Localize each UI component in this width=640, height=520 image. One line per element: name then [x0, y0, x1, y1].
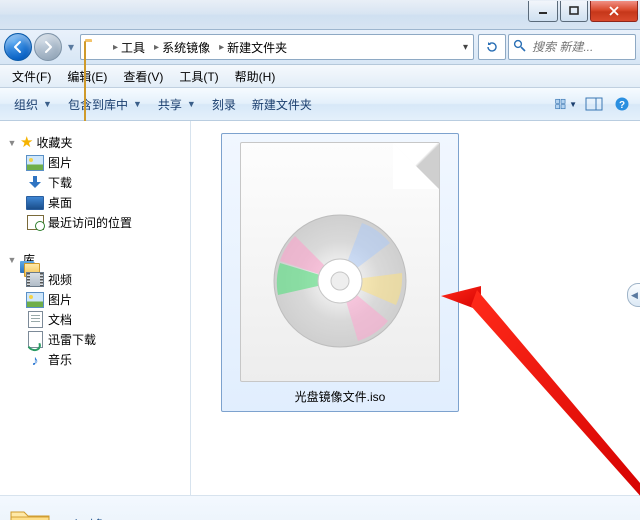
new-folder-button[interactable]: 新建文件夹	[244, 94, 320, 115]
change-view-button[interactable]: ▼	[554, 92, 578, 116]
menu-bar: 文件(F) 编辑(E) 查看(V) 工具(T) 帮助(H)	[0, 65, 640, 88]
xunlei-icon	[26, 332, 44, 348]
file-list-pane[interactable]: 光盘镜像文件.iso ◀	[191, 121, 640, 495]
search-box[interactable]	[508, 34, 636, 60]
menu-edit[interactable]: 编辑(E)	[59, 66, 115, 87]
help-button[interactable]: ?	[610, 92, 634, 116]
sidebar-item-downloads[interactable]: 下载	[26, 174, 188, 191]
sidebar-item-music[interactable]: ♪音乐	[26, 351, 188, 368]
close-button[interactable]	[590, 1, 638, 22]
download-icon	[26, 175, 44, 191]
address-bar-row: ▾ ▸工具 ▸系统镜像 ▸新建文件夹 ▾	[0, 30, 640, 65]
sidebar-item-pictures[interactable]: 图片	[26, 154, 188, 171]
collapse-icon: ▼	[6, 255, 18, 265]
sidebar-group-label: 收藏夹	[36, 134, 72, 151]
menu-tools[interactable]: 工具(T)	[171, 66, 226, 87]
forward-button[interactable]	[34, 33, 62, 61]
sidebar-group-favorites[interactable]: ▼ ★ 收藏夹	[6, 134, 188, 151]
breadcrumb[interactable]: ▸新建文件夹	[212, 38, 289, 57]
include-in-library-button[interactable]: 包含到库中▼	[60, 94, 150, 115]
menu-view[interactable]: 查看(V)	[115, 66, 171, 87]
minimize-button[interactable]	[528, 1, 558, 22]
crumb-label: 新建文件夹	[227, 39, 287, 56]
details-summary: 1 个对象	[60, 516, 106, 520]
disc-icon	[270, 211, 410, 351]
menu-help[interactable]: 帮助(H)	[227, 66, 284, 87]
crumb-label: 工具	[121, 39, 145, 56]
refresh-button[interactable]	[478, 34, 506, 60]
sidebar-item-recent[interactable]: 最近访问的位置	[26, 214, 188, 231]
navigation-pane: ▼ ★ 收藏夹 图片 下载 桌面 最近访问的位置 ▼ 库 视频 图片 文档 迅雷…	[0, 121, 191, 495]
breadcrumb[interactable]: ▸系统镜像	[147, 38, 212, 57]
title-bar	[0, 0, 640, 30]
maximize-button[interactable]	[560, 1, 588, 22]
back-button[interactable]	[4, 33, 32, 61]
sidebar-item-xunlei[interactable]: 迅雷下载	[26, 331, 188, 348]
breadcrumb[interactable]: ▸工具	[106, 38, 147, 57]
search-icon	[513, 39, 526, 55]
explorer-body: ▼ ★ 收藏夹 图片 下载 桌面 最近访问的位置 ▼ 库 视频 图片 文档 迅雷…	[0, 121, 640, 495]
preview-pane-button[interactable]	[582, 92, 606, 116]
address-dropdown[interactable]: ▾	[463, 42, 470, 53]
file-name-label: 光盘镜像文件.iso	[228, 388, 452, 405]
file-thumbnail	[240, 142, 440, 382]
sidebar-item-documents[interactable]: 文档	[26, 311, 188, 328]
videos-icon	[26, 272, 44, 288]
sidebar-item-desktop[interactable]: 桌面	[26, 194, 188, 211]
folder-icon	[84, 39, 102, 55]
file-item[interactable]: 光盘镜像文件.iso	[221, 133, 459, 412]
sidebar-group-libraries[interactable]: ▼ 库	[6, 251, 188, 268]
menu-file[interactable]: 文件(F)	[4, 66, 59, 87]
music-icon: ♪	[26, 352, 44, 368]
documents-icon	[26, 312, 44, 328]
sidebar-item-pictures-lib[interactable]: 图片	[26, 291, 188, 308]
refresh-icon	[485, 40, 499, 54]
preview-expand-handle[interactable]: ◀	[627, 283, 640, 307]
annotation-arrow	[441, 286, 640, 506]
collapse-icon: ▼	[6, 138, 18, 148]
search-input[interactable]	[530, 39, 614, 55]
organize-button[interactable]: 组织▼	[6, 94, 60, 115]
share-button[interactable]: 共享▼	[150, 94, 204, 115]
folder-icon	[8, 505, 52, 520]
crumb-label: 系统镜像	[162, 39, 210, 56]
pictures-icon	[26, 155, 44, 171]
star-icon: ★	[20, 135, 33, 150]
history-dropdown[interactable]: ▾	[64, 34, 78, 60]
explorer-window: ▾ ▸工具 ▸系统镜像 ▸新建文件夹 ▾ 文件(F) 编辑(E) 查看(V) 工…	[0, 0, 640, 520]
desktop-icon	[26, 195, 44, 211]
pictures-icon	[26, 292, 44, 308]
recent-places-icon	[26, 215, 44, 231]
burn-button[interactable]: 刻录	[204, 94, 244, 115]
svg-text:?: ?	[619, 100, 625, 111]
sidebar-item-videos[interactable]: 视频	[26, 271, 188, 288]
command-bar: 组织▼ 包含到库中▼ 共享▼ 刻录 新建文件夹 ▼ ?	[0, 88, 640, 121]
details-pane: 1 个对象	[0, 495, 640, 520]
address-bar[interactable]: ▸工具 ▸系统镜像 ▸新建文件夹 ▾	[80, 34, 474, 60]
